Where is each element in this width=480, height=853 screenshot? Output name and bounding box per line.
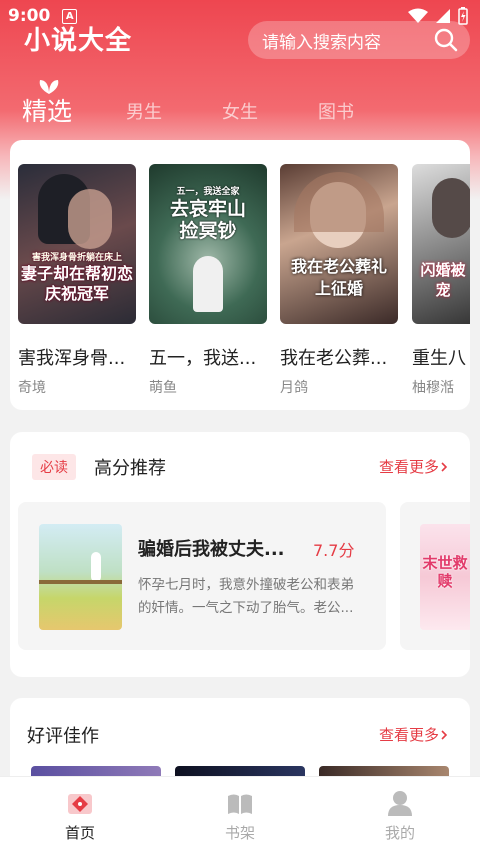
book-cover[interactable]: 害我浑身骨折躺在床上 妻子却在帮初恋庆祝冠军: [18, 164, 136, 324]
see-more-link[interactable]: 查看更多: [379, 456, 449, 477]
nav-profile-label: 我的: [384, 824, 415, 842]
tab-female[interactable]: 女生: [222, 98, 258, 124]
cover-subtitle: 五一，我送全家: [176, 187, 240, 197]
chevron-right-icon: [441, 729, 448, 740]
book-cover[interactable]: 我在老公葬礼上征婚: [280, 164, 398, 324]
book-description: 怀孕七月时，我意外撞破老公和表弟的奸情。一气之下动了胎气。老公...: [138, 577, 354, 616]
book-author: 月鸽: [280, 380, 308, 396]
book-cover[interactable]: 五一，我送全家 去哀牢山捡冥钞: [149, 164, 267, 324]
nav-home[interactable]: 首页: [0, 777, 160, 853]
nav-home-label: 首页: [64, 824, 95, 842]
book-title: 骗婚后我被丈夫...: [138, 539, 285, 560]
book-author: 萌鱼: [149, 380, 177, 396]
nav-bookshelf-label: 书架: [224, 824, 255, 842]
bottom-nav: 首页 书架 我的: [0, 776, 480, 853]
search-placeholder: 请输入搜索内容: [262, 32, 381, 53]
home-icon: [68, 794, 92, 814]
cover-title: 去哀牢山捡冥钞: [169, 198, 246, 242]
book-cover: 末世救赎: [420, 524, 470, 630]
section-title: 高分推荐: [94, 458, 166, 479]
see-more-label: 查看更多: [379, 726, 440, 744]
cover-title: 我在老公葬礼上征婚: [290, 257, 387, 298]
see-more-link[interactable]: 查看更多: [379, 724, 449, 745]
nav-profile[interactable]: 我的: [320, 777, 480, 853]
search-icon[interactable]: [434, 28, 458, 52]
recommend-card: 必读 高分推荐 查看更多 骗婚后我被丈夫... 7.7分 怀孕七月时，我意外撞破…: [10, 432, 470, 677]
cover-title: 闪婚被宠: [420, 261, 466, 299]
nav-bookshelf[interactable]: 书架: [160, 777, 320, 853]
book-author: 柚穆湉: [412, 380, 454, 396]
bookshelf-icon: [228, 794, 252, 814]
book-cover: [39, 524, 122, 630]
recommend-book-item[interactable]: 骗婚后我被丈夫... 7.7分 怀孕七月时，我意外撞破老公和表弟的奸情。一气之下…: [18, 502, 386, 650]
search-input[interactable]: 请输入搜索内容: [248, 21, 470, 59]
tab-featured[interactable]: 精选: [22, 92, 72, 128]
cover-title: 妻子却在帮初恋庆祝冠军: [20, 264, 133, 303]
chevron-right-icon: [441, 461, 448, 472]
book-title[interactable]: 我在老公葬...: [280, 344, 402, 370]
tab-male[interactable]: 男生: [126, 98, 162, 124]
book-title[interactable]: 五一，我送...: [149, 344, 271, 370]
app-title: 小说大全: [24, 26, 133, 56]
cover-subtitle: 害我浑身骨折躺在床上: [31, 253, 122, 263]
book-title[interactable]: 害我浑身骨...: [18, 344, 140, 370]
recommend-book-item-next[interactable]: 末世救赎: [400, 502, 470, 650]
must-read-badge: 必读: [32, 454, 76, 480]
featured-books-card: 害我浑身骨折躺在床上 妻子却在帮初恋庆祝冠军 害我浑身骨... 奇境 五一，我送…: [10, 140, 470, 410]
cover-title: 末世救赎: [422, 554, 468, 590]
book-cover[interactable]: 闪婚被宠: [412, 164, 470, 324]
book-score: 7.7分: [313, 541, 355, 560]
section-title: 好评佳作: [27, 726, 99, 747]
category-tabs: 精选 男生 女生 图书: [22, 80, 462, 130]
book-author: 奇境: [18, 380, 46, 396]
tab-books[interactable]: 图书: [318, 98, 354, 124]
profile-icon: [388, 791, 412, 816]
book-title[interactable]: 重生八: [412, 344, 470, 370]
see-more-label: 查看更多: [379, 458, 440, 476]
